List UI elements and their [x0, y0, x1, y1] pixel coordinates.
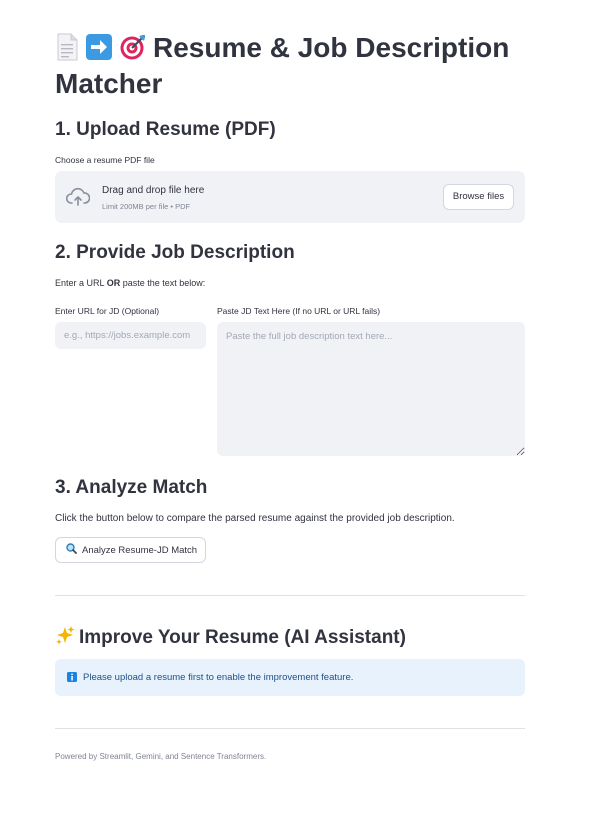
page-icon: [55, 33, 79, 61]
drag-drop-text: Drag and drop file here: [102, 185, 205, 196]
file-limit-text: Limit 200MB per file • PDF: [102, 202, 191, 211]
analyze-heading: 3. Analyze Match: [55, 477, 208, 498]
jd-text-label: Paste JD Text Here (If no URL or URL fai…: [217, 306, 381, 316]
right-arrow-icon: [85, 33, 113, 61]
footer-text: Powered by Streamlit, Gemini, and Senten…: [55, 752, 267, 761]
footer-divider: [55, 728, 525, 729]
jd-url-input[interactable]: [55, 322, 206, 349]
cloud-upload-icon: [65, 187, 91, 212]
analyze-match-button[interactable]: Analyze Resume-JD Match: [55, 537, 206, 563]
sparkles-icon: [55, 625, 75, 652]
magnifier-icon: [66, 543, 77, 557]
jd-text-area[interactable]: [217, 322, 525, 456]
browse-files-button[interactable]: Browse files: [443, 184, 514, 210]
analyze-match-label: Analyze Resume-JD Match: [82, 544, 198, 556]
analyze-description: Click the button below to compare the pa…: [55, 513, 455, 524]
improve-heading: Improve Your Resume (AI Assistant): [55, 625, 406, 652]
info-alert-text: Please upload a resume first to enable t…: [83, 672, 354, 683]
file-dropzone[interactable]: Drag and drop file here Limit 200MB per …: [55, 171, 525, 223]
upload-label: Choose a resume PDF file: [55, 155, 155, 165]
job-instruction: Enter a URL OR paste the text below:: [55, 278, 206, 288]
upload-heading: 1. Upload Resume (PDF): [55, 119, 276, 140]
info-icon: [67, 669, 77, 687]
job-description-heading: 2. Provide Job Description: [55, 242, 295, 263]
divider: [55, 595, 525, 596]
target-icon: [119, 33, 147, 61]
jd-url-label: Enter URL for JD (Optional): [55, 306, 160, 316]
page-title: Resume & Job Description Matcher: [55, 30, 535, 102]
info-alert: Please upload a resume first to enable t…: [55, 659, 525, 696]
